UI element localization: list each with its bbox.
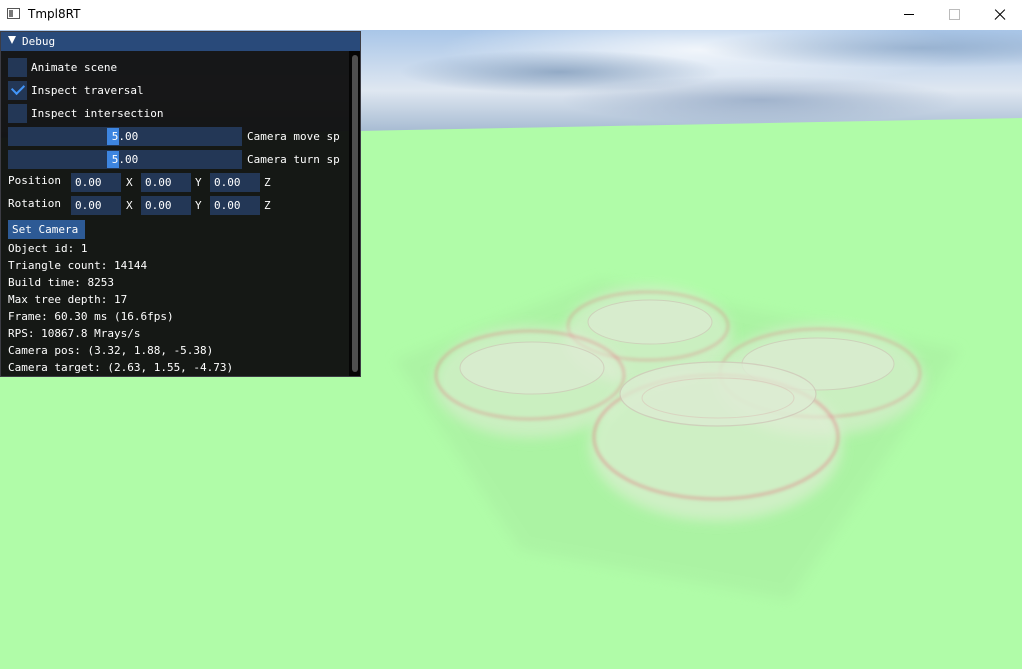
position-z-field[interactable]: 0.00	[210, 173, 260, 192]
camera-turn-speed-slider[interactable]: 5.00	[8, 150, 242, 169]
checkbox-label: Animate scene	[31, 61, 118, 74]
window-title: Tmpl8RT	[28, 7, 81, 21]
rotation-label: Rotation	[8, 197, 61, 210]
debug-window[interactable]: Debug Animate scene Inspect traversal In…	[0, 31, 361, 377]
info-object-id: Object id: 1	[8, 242, 88, 255]
slider-label: Camera turn sp	[247, 153, 340, 166]
axis-y-label: Y	[195, 176, 202, 189]
rotation-row: Rotation 0.00 X 0.00 Y 0.00 Z	[8, 196, 348, 215]
info-rays-per-second: RPS: 10867.8 Mrays/s	[8, 327, 141, 340]
axis-x-label: X	[126, 199, 133, 212]
maximize-icon[interactable]	[932, 0, 978, 30]
bowl-front	[590, 361, 842, 521]
title-bar: Tmpl8RT	[0, 0, 1022, 30]
info-frame-time: Frame: 60.30 ms (16.6fps)	[8, 310, 174, 323]
info-camera-target: Camera target: (2.63, 1.55, -4.73)	[8, 361, 234, 374]
slider-value: 5.00	[111, 130, 139, 143]
slider-value: 5.00	[111, 153, 139, 166]
checkbox-label: Inspect intersection	[31, 107, 164, 120]
set-camera-button[interactable]: Set Camera	[8, 220, 85, 239]
position-label: Position	[8, 174, 61, 187]
rotation-z-field[interactable]: 0.00	[210, 196, 260, 215]
set-camera-label: Set Camera	[12, 223, 79, 236]
info-camera-pos: Camera pos: (3.32, 1.88, -5.38)	[8, 344, 214, 357]
position-x-field[interactable]: 0.00	[71, 173, 121, 192]
window-app-icon	[7, 8, 20, 19]
scrollbar-thumb[interactable]	[352, 55, 358, 372]
debug-header[interactable]: Debug	[1, 32, 360, 51]
camera-move-speed-slider[interactable]: 5.00	[8, 127, 242, 146]
slider-label: Camera move sp	[247, 130, 340, 143]
position-y-field[interactable]: 0.00	[141, 173, 191, 192]
inspect-traversal-checkbox[interactable]	[8, 80, 27, 100]
axis-x-label: X	[126, 176, 133, 189]
triangle-down-icon[interactable]	[8, 36, 16, 44]
checkbox-label: Inspect traversal	[31, 84, 144, 97]
rotation-x-field[interactable]: 0.00	[71, 196, 121, 215]
info-max-tree-depth: Max tree depth: 17	[8, 293, 128, 306]
info-build-time: Build time: 8253	[8, 276, 114, 289]
axis-z-label: Z	[264, 199, 271, 212]
inspect-intersection-checkbox[interactable]	[8, 104, 27, 123]
info-triangle-count: Triangle count: 14144	[8, 259, 148, 272]
axis-z-label: Z	[264, 176, 271, 189]
close-icon[interactable]	[977, 0, 1022, 30]
animate-scene-checkbox[interactable]	[8, 58, 27, 77]
minimize-icon[interactable]	[886, 0, 932, 30]
position-row: Position 0.00 X 0.00 Y 0.00 Z	[8, 173, 348, 192]
checkmark-icon	[10, 80, 26, 96]
axis-y-label: Y	[195, 199, 202, 212]
rotation-y-field[interactable]: 0.00	[141, 196, 191, 215]
debug-title: Debug	[22, 35, 56, 48]
